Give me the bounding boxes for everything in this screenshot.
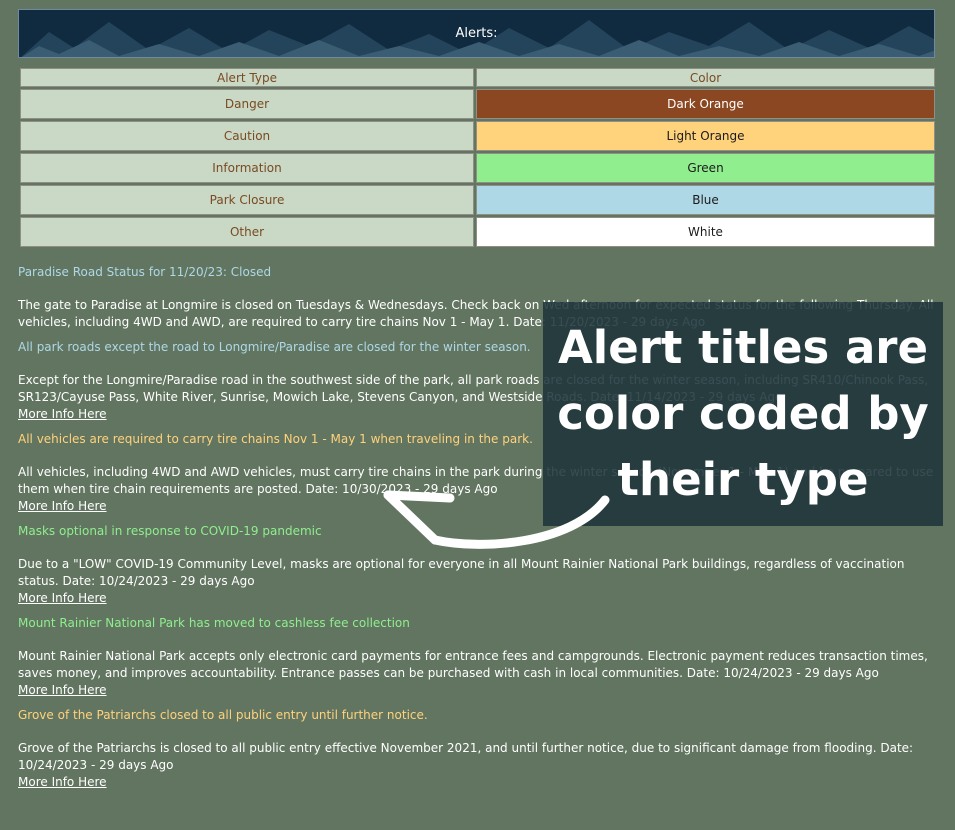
legend-type-cell: Information — [20, 153, 474, 183]
alert-item: Mount Rainier National Park has moved to… — [18, 615, 938, 699]
legend-type-cell: Danger — [20, 89, 474, 119]
alerts-banner: Alerts: — [18, 9, 935, 58]
more-info-link[interactable]: More Info Here — [18, 774, 938, 791]
legend-header-color: Color — [476, 68, 935, 87]
more-info-link[interactable]: More Info Here — [18, 590, 938, 607]
alert-item: Grove of the Patriarchs closed to all pu… — [18, 707, 938, 791]
alert-title: Paradise Road Status for 11/20/23: Close… — [18, 265, 272, 279]
legend-header-row: Alert Type Color — [20, 68, 935, 87]
legend-color-cell: Dark Orange — [476, 89, 935, 119]
alert-title: Mount Rainier National Park has moved to… — [18, 616, 410, 630]
alert-body: Grove of the Patriarchs is closed to all… — [18, 741, 914, 772]
legend-header-type: Alert Type — [20, 68, 474, 87]
banner-title: Alerts: — [455, 26, 498, 41]
alert-body: Due to a "LOW" COVID-19 Community Level,… — [18, 557, 905, 588]
alert-title: Grove of the Patriarchs closed to all pu… — [18, 708, 428, 722]
legend-type-cell: Park Closure — [20, 185, 474, 215]
curved-arrow-icon — [383, 490, 610, 549]
legend-color-cell: White — [476, 217, 935, 247]
legend-color-cell: Blue — [476, 185, 935, 215]
legend-row: Other White — [20, 217, 935, 247]
alert-color-legend: Alert Type Color Danger Dark Orange Caut… — [18, 66, 937, 249]
legend-color-cell: Green — [476, 153, 935, 183]
legend-row: Information Green — [20, 153, 935, 183]
legend-color-cell: Light Orange — [476, 121, 935, 151]
legend-type-cell: Caution — [20, 121, 474, 151]
legend-type-cell: Other — [20, 217, 474, 247]
more-info-link[interactable]: More Info Here — [18, 682, 938, 699]
legend-row: Park Closure Blue — [20, 185, 935, 215]
alert-body: Mount Rainier National Park accepts only… — [18, 649, 928, 680]
legend-row: Danger Dark Orange — [20, 89, 935, 119]
legend-row: Caution Light Orange — [20, 121, 935, 151]
